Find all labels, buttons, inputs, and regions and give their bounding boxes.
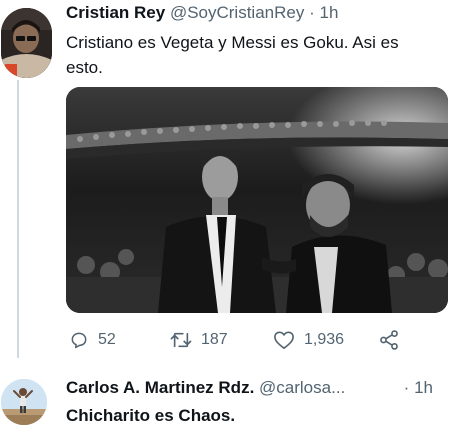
share-button[interactable] — [378, 327, 400, 353]
tweet-text: Cristiano es Vegeta y Messi es Goku. Asi… — [66, 30, 446, 80]
retweet-count: 187 — [201, 331, 228, 348]
tweet-header: Cristian Rey @SoyCristianRey · 1h — [66, 3, 338, 23]
like-count: 1,936 — [304, 331, 345, 348]
author-handle[interactable]: @carlosa... — [259, 378, 345, 397]
tweet-text-line: esto. — [66, 58, 103, 77]
tweet-text-rest: es Chaos. — [150, 406, 236, 425]
avatar[interactable] — [1, 379, 47, 425]
reply-button[interactable]: 52 — [69, 327, 116, 353]
tweet-text: Chicharito es Chaos. — [66, 403, 235, 428]
tweet-photo[interactable] — [66, 87, 448, 313]
author-handle[interactable]: @SoyCristianRey — [170, 3, 304, 22]
separator-dot: · — [309, 3, 315, 22]
like-button[interactable]: 1,936 — [273, 327, 344, 353]
author-name[interactable]: Carlos A. Martinez Rdz. — [66, 378, 254, 397]
timestamp[interactable]: 1h — [414, 378, 433, 397]
timestamp[interactable]: 1h — [319, 3, 338, 22]
thread-connector-line — [17, 80, 19, 358]
tweet-header: Carlos A. Martinez Rdz. @carlosa... · 1h — [66, 378, 441, 398]
share-icon — [380, 330, 398, 350]
separator-dot: · — [403, 378, 410, 397]
tweet-actions: 52 187 1,936 — [66, 327, 448, 353]
tweet-text-bold: Chicharito — [66, 406, 151, 425]
retweet-button[interactable]: 187 — [170, 327, 228, 353]
author-name[interactable]: Cristian Rey — [66, 3, 165, 22]
reply-icon — [71, 332, 87, 349]
reply-count: 52 — [98, 331, 116, 348]
avatar[interactable] — [1, 8, 52, 78]
tweet-text-line: Cristiano es Vegeta y Messi es Goku. Asi… — [66, 33, 399, 52]
heart-icon — [274, 331, 294, 349]
retweet-icon — [170, 332, 192, 348]
